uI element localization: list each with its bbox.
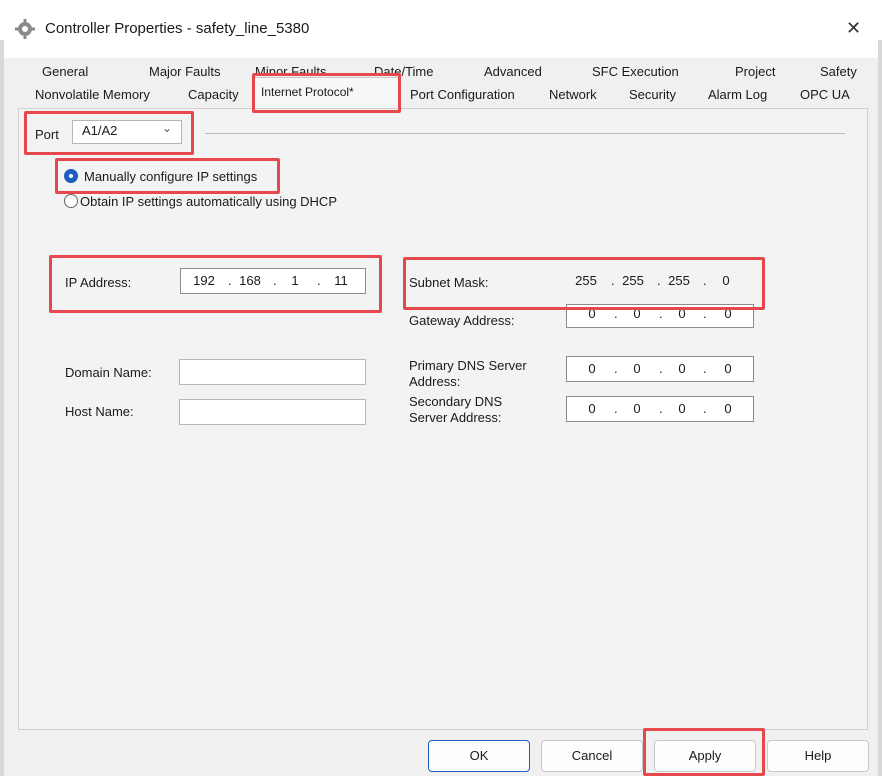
highlight-internet-protocol-tab <box>252 73 401 113</box>
highlight-ip-address <box>49 255 382 313</box>
highlight-port <box>24 111 194 155</box>
tab-advanced[interactable]: Advanced <box>484 64 542 79</box>
octet-dot: . <box>659 361 663 376</box>
secondary-dns-octet-4: 0 <box>724 401 732 416</box>
secondary-dns-octet-2: 0 <box>633 401 641 416</box>
secondary-dns-octet-3: 0 <box>678 401 686 416</box>
tab-sfc-execution[interactable]: SFC Execution <box>592 64 679 79</box>
primary-dns-label-line2: Address: <box>409 374 461 389</box>
tab-general[interactable]: General <box>42 64 88 79</box>
tab-safety[interactable]: Safety <box>820 64 857 79</box>
octet-dot: . <box>614 361 618 376</box>
domain-name-label: Domain Name: <box>65 365 152 380</box>
primary-dns-label-line1: Primary DNS Server <box>409 358 527 373</box>
tab-port-configuration[interactable]: Port Configuration <box>410 87 515 102</box>
secondary-dns-label-line2: Server Address: <box>409 410 502 425</box>
tab-opc-ua[interactable]: OPC UA <box>800 87 850 102</box>
tab-capacity[interactable]: Capacity <box>188 87 239 102</box>
ok-button[interactable]: OK <box>428 740 530 772</box>
highlight-apply <box>643 728 765 776</box>
gateway-label: Gateway Address: <box>409 313 515 328</box>
primary-dns-field[interactable]: 0 . 0 . 0 . 0 <box>566 356 754 382</box>
secondary-dns-octet-1: 0 <box>588 401 596 416</box>
secondary-dns-field[interactable]: 0 . 0 . 0 . 0 <box>566 396 754 422</box>
secondary-dns-label-line1: Secondary DNS <box>409 394 503 409</box>
octet-dot: . <box>703 361 707 376</box>
separator-line <box>205 133 845 134</box>
primary-dns-octet-4: 0 <box>724 361 732 376</box>
cancel-button[interactable]: Cancel <box>541 740 643 772</box>
dhcp-label: Obtain IP settings automatically using D… <box>80 194 337 209</box>
window-frame-right <box>878 40 882 776</box>
help-button[interactable]: Help <box>767 740 869 772</box>
window-frame-left <box>0 40 4 776</box>
domain-name-input[interactable] <box>179 359 366 385</box>
octet-dot: . <box>659 401 663 416</box>
highlight-manual-ip <box>55 158 280 194</box>
primary-dns-octet-1: 0 <box>588 361 596 376</box>
host-name-label: Host Name: <box>65 404 134 419</box>
octet-dot: . <box>614 401 618 416</box>
tab-network[interactable]: Network <box>549 87 597 102</box>
gear-icon <box>15 19 35 39</box>
window-title: Controller Properties - safety_line_5380 <box>45 20 310 37</box>
dhcp-radio[interactable] <box>64 194 78 208</box>
host-name-input[interactable] <box>179 399 366 425</box>
tab-security[interactable]: Security <box>629 87 676 102</box>
primary-dns-octet-2: 0 <box>633 361 641 376</box>
tab-major-faults[interactable]: Major Faults <box>149 64 221 79</box>
highlight-subnet-mask <box>403 257 765 310</box>
close-icon[interactable]: ✕ <box>846 18 861 39</box>
tab-alarm-log[interactable]: Alarm Log <box>708 87 767 102</box>
tab-project[interactable]: Project <box>735 64 775 79</box>
octet-dot: . <box>703 401 707 416</box>
primary-dns-octet-3: 0 <box>678 361 686 376</box>
tab-nonvolatile-memory[interactable]: Nonvolatile Memory <box>35 87 150 102</box>
